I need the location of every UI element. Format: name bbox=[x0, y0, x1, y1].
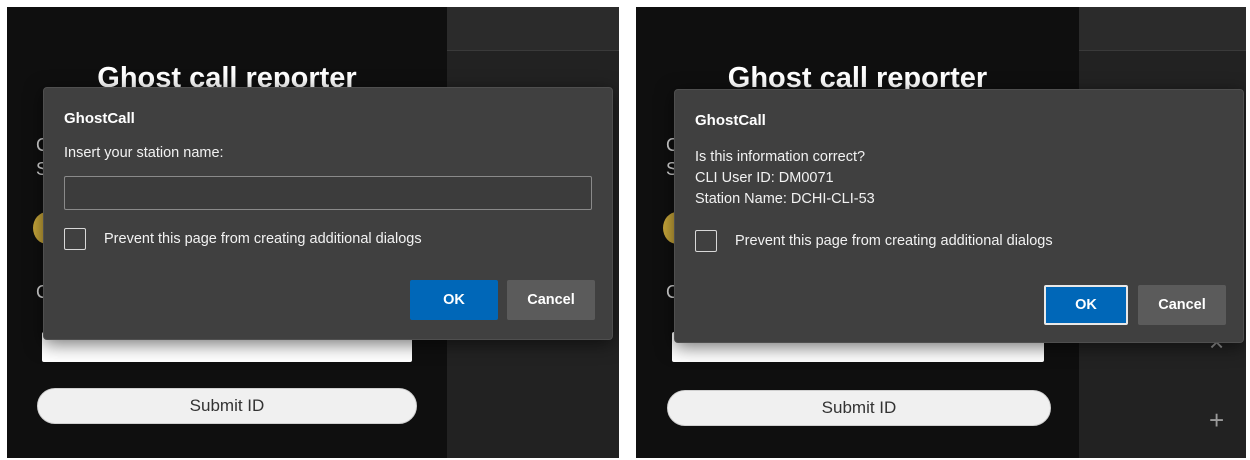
dialog-message-line: Is this information correct? bbox=[695, 149, 866, 165]
prevent-dialogs-label: Prevent this page from creating addition… bbox=[104, 231, 422, 247]
prompt-dialog: GhostCall Insert your station name: Prev… bbox=[43, 87, 613, 340]
side-panel-header bbox=[447, 7, 619, 51]
dialog-message: Insert your station name: bbox=[64, 145, 224, 161]
dialog-title: GhostCall bbox=[64, 110, 135, 127]
ok-button[interactable]: OK bbox=[1044, 285, 1128, 325]
cancel-button[interactable]: Cancel bbox=[507, 280, 595, 320]
dialog-title: GhostCall bbox=[695, 112, 766, 129]
screenshot-left: Ghost call reporter C S C Submit ID Ghos… bbox=[7, 7, 619, 458]
submit-id-button[interactable]: Submit ID bbox=[37, 388, 417, 424]
confirm-dialog: GhostCall Is this information correct? C… bbox=[674, 89, 1244, 343]
prevent-dialogs-checkbox[interactable] bbox=[695, 230, 717, 252]
dialog-message: Is this information correct? CLI User ID… bbox=[695, 147, 875, 210]
prevent-dialogs-label: Prevent this page from creating addition… bbox=[735, 233, 1053, 249]
side-panel-header bbox=[1079, 7, 1246, 51]
screenshot-right: Ghost call reporter C S C Submit ID × + … bbox=[636, 7, 1246, 458]
add-icon[interactable]: + bbox=[1209, 407, 1224, 433]
dialog-message-line: CLI User ID: DM0071 bbox=[695, 170, 834, 186]
dialog-message-line: Station Name: DCHI-CLI-53 bbox=[695, 191, 875, 207]
station-name-input[interactable] bbox=[64, 176, 592, 210]
submit-id-button[interactable]: Submit ID bbox=[667, 390, 1051, 426]
prevent-dialogs-row[interactable]: Prevent this page from creating addition… bbox=[64, 228, 422, 250]
cancel-button[interactable]: Cancel bbox=[1138, 285, 1226, 325]
ok-button[interactable]: OK bbox=[410, 280, 498, 320]
prevent-dialogs-checkbox[interactable] bbox=[64, 228, 86, 250]
prevent-dialogs-row[interactable]: Prevent this page from creating addition… bbox=[695, 230, 1053, 252]
